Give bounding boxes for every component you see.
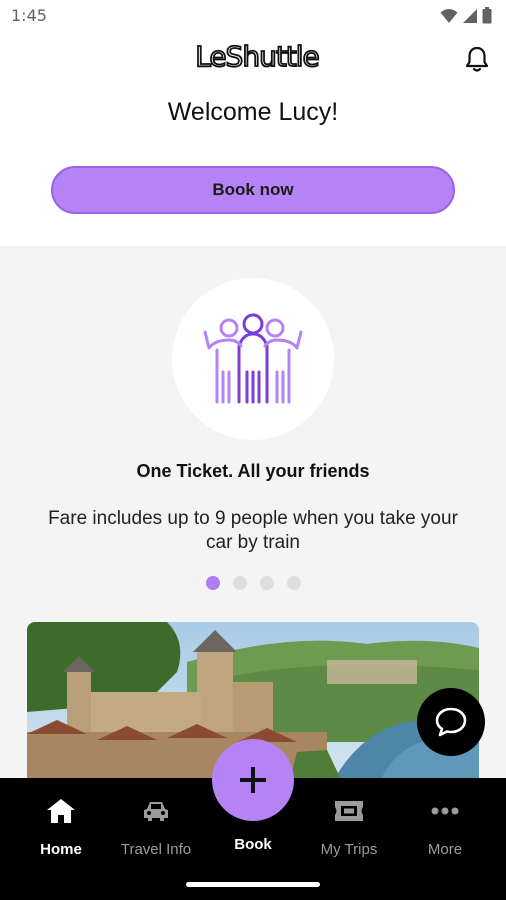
- group-of-friends-icon: [203, 313, 303, 404]
- nav-label-my-trips: My Trips: [320, 841, 378, 858]
- cellular-signal-icon: [463, 8, 477, 23]
- promo-title: One Ticket. All your friends: [136, 461, 370, 481]
- promo-description: Fare includes up to 9 people when you ta…: [48, 508, 458, 553]
- nav-item-home[interactable]: Home: [13, 796, 109, 858]
- carousel-dot[interactable]: [287, 576, 301, 590]
- header: LeShuttle Welcome Lucy! Book now: [0, 32, 506, 246]
- plus-icon: [240, 767, 266, 793]
- chat-button[interactable]: [417, 688, 485, 756]
- chat-bubble-icon: [435, 707, 467, 737]
- battery-icon: [482, 7, 492, 24]
- home-icon: [47, 799, 75, 823]
- carousel-dots: [206, 576, 301, 590]
- wifi-icon: [440, 8, 458, 23]
- status-icons: [440, 7, 492, 24]
- home-indicator[interactable]: [186, 882, 320, 887]
- status-bar: 1:45: [0, 0, 506, 32]
- nav-label-book[interactable]: Book: [205, 836, 301, 853]
- promo-icon-circle: [172, 278, 334, 440]
- nav-label-travel-info: Travel Info: [120, 841, 192, 858]
- carousel-dot[interactable]: [233, 576, 247, 590]
- book-now-button[interactable]: Book now: [51, 166, 455, 214]
- carousel-dot-active[interactable]: [206, 576, 220, 590]
- leshuttle-logo: LeShuttle: [194, 42, 320, 72]
- app-screen: 1:45 LeShuttle Welcome Lucy! Book now On…: [0, 0, 506, 900]
- more-dots-icon: [431, 807, 459, 815]
- svg-text:LeShuttle: LeShuttle: [195, 42, 319, 72]
- nav-item-travel-info[interactable]: Travel Info: [108, 796, 204, 858]
- nav-label-home: Home: [40, 841, 82, 858]
- nav-label-more: More: [427, 841, 463, 858]
- book-fab-button[interactable]: [212, 739, 294, 821]
- status-time: 1:45: [11, 6, 47, 25]
- welcome-message: Welcome Lucy!: [167, 98, 339, 126]
- ticket-icon: [335, 801, 363, 821]
- nav-item-more[interactable]: More: [397, 796, 493, 858]
- notification-bell-icon[interactable]: [464, 45, 490, 73]
- nav-item-my-trips[interactable]: My Trips: [301, 796, 397, 858]
- carousel-dot[interactable]: [260, 576, 274, 590]
- car-icon: [144, 802, 168, 821]
